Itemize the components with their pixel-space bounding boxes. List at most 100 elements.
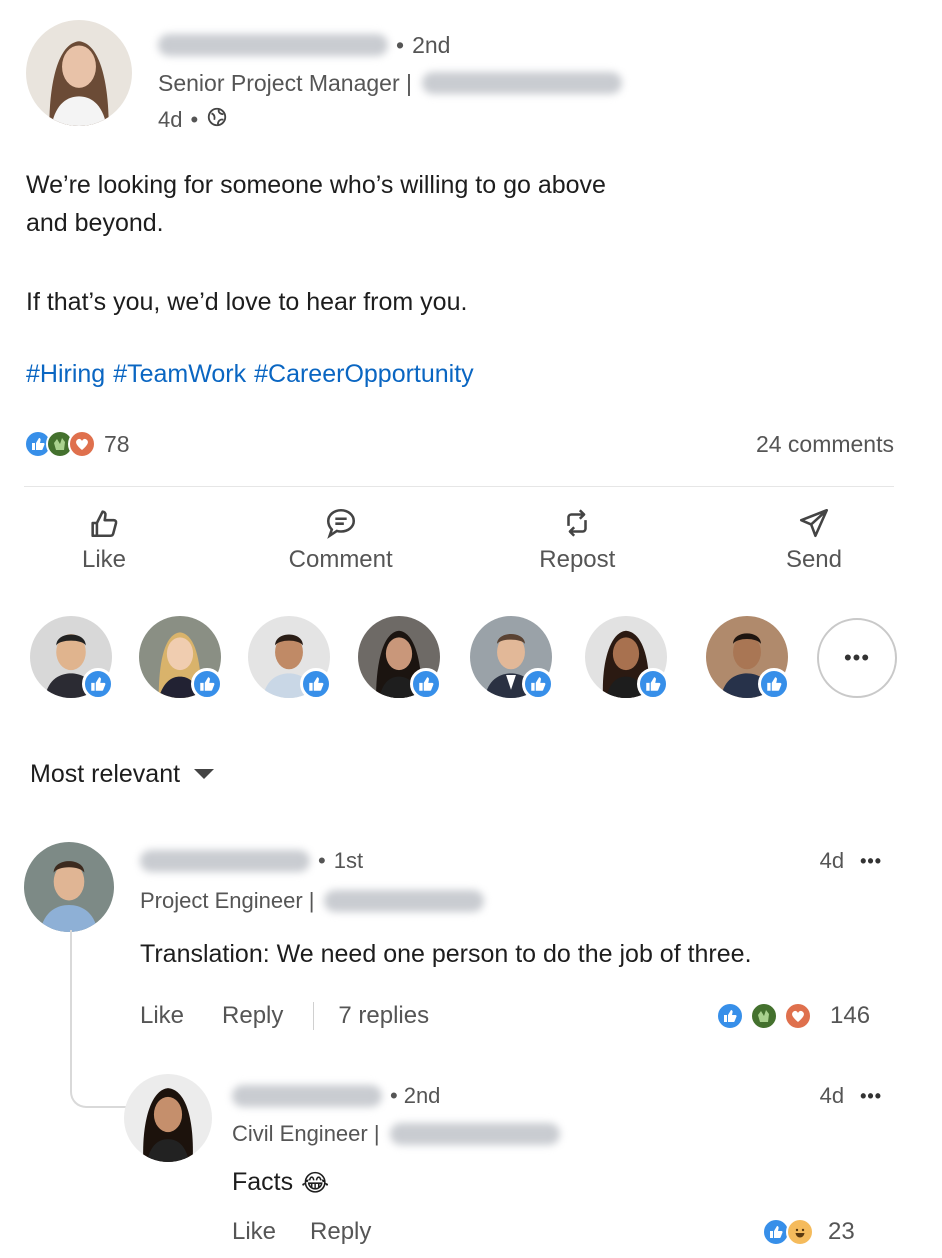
sort-label: Most relevant	[30, 759, 181, 788]
reactor-avatar[interactable]	[137, 614, 223, 700]
like-badge-icon	[522, 668, 554, 700]
repost-label: Repost	[539, 546, 616, 573]
reactor-avatar[interactable]	[246, 614, 332, 700]
reply-reactions[interactable]: 23	[762, 1214, 855, 1250]
reply-text-content: Facts	[232, 1168, 294, 1196]
reply-like-button[interactable]: Like	[232, 1218, 276, 1246]
comment-author-avatar[interactable]	[24, 842, 114, 932]
funny-reaction-icon	[786, 1218, 814, 1246]
thumbs-up-icon	[91, 510, 118, 538]
post-author-name-blurred[interactable]	[158, 34, 388, 56]
repost-icon	[567, 509, 588, 537]
headline-text: Civil Engineer |	[232, 1121, 380, 1146]
like-label: Like	[81, 546, 127, 573]
reactor-avatar[interactable]	[704, 614, 790, 700]
comment-reply-button[interactable]: Reply	[222, 1002, 283, 1030]
like-badge-icon	[191, 668, 223, 700]
headline-company-blurred	[389, 1123, 560, 1145]
like-badge-icon	[758, 668, 790, 700]
view-replies-link[interactable]: 7 replies	[338, 1002, 429, 1030]
comment-icon	[326, 508, 355, 539]
post-author-avatar[interactable]	[26, 20, 132, 126]
connection-degree: 2nd	[403, 1083, 441, 1108]
like-badge-icon	[300, 668, 332, 700]
reply-author-avatar[interactable]	[124, 1074, 212, 1162]
like-badge-icon	[410, 668, 442, 700]
repost-button[interactable]: Repost	[497, 500, 657, 586]
reply-meta: 4d •••	[820, 1080, 882, 1112]
more-reactors-button[interactable]: •••	[817, 618, 897, 698]
comment-author-name-blurred[interactable]	[140, 850, 310, 872]
separator-dot: •	[390, 1083, 398, 1108]
send-button[interactable]: Send	[734, 500, 894, 586]
separator-dot: •	[190, 107, 199, 132]
reactor-avatar[interactable]	[28, 614, 114, 700]
reply-reply-button[interactable]: Reply	[310, 1218, 371, 1246]
comment-sort-dropdown[interactable]: Most relevant	[30, 756, 215, 792]
comment-button[interactable]: Comment	[261, 500, 421, 586]
divider	[24, 486, 894, 487]
reply-text: Facts 😂	[232, 1168, 329, 1197]
post-time: 4d	[158, 107, 183, 132]
caret-down-icon	[194, 769, 215, 779]
celebrate-reaction-icon	[750, 1002, 778, 1030]
reply-author-headline: Civil Engineer |	[232, 1118, 560, 1150]
like-badge-icon	[82, 668, 114, 700]
comment-text: Translation: We need one person to do th…	[140, 940, 752, 968]
reply-reactions-count: 23	[828, 1218, 855, 1245]
reply-actions: Like Reply	[232, 1214, 371, 1250]
hashtag-list: #Hiring #TeamWork #CareerOpportunity	[26, 360, 474, 389]
comment-actions: Like Reply 7 replies	[140, 998, 429, 1034]
send-icon	[799, 508, 828, 538]
comment-like-button[interactable]: Like	[140, 1002, 184, 1030]
divider	[313, 1002, 315, 1030]
separator-dot: •	[318, 848, 326, 873]
post-author-line: • 2nd	[158, 28, 450, 62]
post-meta: 4d •	[158, 104, 228, 136]
laughing-emoji-icon: 😂	[301, 1168, 330, 1197]
reply-time: 4d	[819, 1083, 845, 1108]
comment-author-headline: Project Engineer |	[140, 885, 485, 917]
comment-label: Comment	[288, 546, 393, 573]
comments-count[interactable]: 24 comments	[756, 431, 894, 458]
reactor-avatar[interactable]	[583, 614, 669, 700]
post-text-line: We’re looking for someone who’s willing …	[26, 171, 606, 199]
love-reaction-icon	[68, 430, 96, 458]
post-paragraph-2: If that’s you, we’d love to hear from yo…	[26, 288, 468, 316]
reactor-avatar[interactable]	[356, 614, 442, 700]
comment-meta: 4d •••	[820, 845, 882, 877]
reply-author-line: • 2nd	[232, 1080, 440, 1112]
headline-company-blurred	[422, 72, 622, 94]
reactor-avatar[interactable]	[468, 614, 554, 700]
more-options-icon[interactable]: •••	[860, 851, 882, 872]
reply-author-name-blurred[interactable]	[232, 1085, 382, 1107]
hashtag-link[interactable]: #CareerOpportunity	[254, 360, 474, 389]
more-options-icon[interactable]: •••	[860, 1086, 882, 1107]
like-badge-icon	[637, 668, 669, 700]
comment-reactions[interactable]: 146	[716, 998, 870, 1034]
comment-time: 4d	[819, 848, 845, 873]
post-text-line: and beyond.	[26, 209, 164, 237]
social-counts-bar: 78 24 comments	[24, 428, 894, 460]
like-reaction-icon	[716, 1002, 744, 1030]
separator-dot: •	[396, 31, 405, 58]
reactions-count[interactable]: 78	[104, 431, 130, 458]
connection-degree: 2nd	[412, 31, 451, 58]
post-paragraph-1: We’re looking for someone who’s willing …	[26, 166, 606, 242]
hashtag-link[interactable]: #TeamWork	[113, 360, 246, 389]
like-button[interactable]: Like	[24, 500, 184, 586]
thread-connector	[70, 930, 126, 1108]
post-author-headline: Senior Project Manager |	[158, 66, 622, 100]
headline-company-blurred	[324, 890, 485, 912]
send-label: Send	[785, 546, 842, 573]
comment-author-line: • 1st	[140, 845, 363, 877]
comment-reactions-count: 146	[830, 1002, 871, 1029]
headline-text: Project Engineer |	[140, 888, 315, 913]
love-reaction-icon	[784, 1002, 812, 1030]
post-action-bar: Like Comment Repost Send	[24, 500, 894, 586]
connection-degree: 1st	[333, 848, 364, 873]
globe-icon	[206, 106, 228, 134]
headline-text: Senior Project Manager |	[158, 69, 412, 96]
reactions-summary[interactable]: 78	[24, 430, 130, 458]
hashtag-link[interactable]: #Hiring	[26, 360, 105, 389]
